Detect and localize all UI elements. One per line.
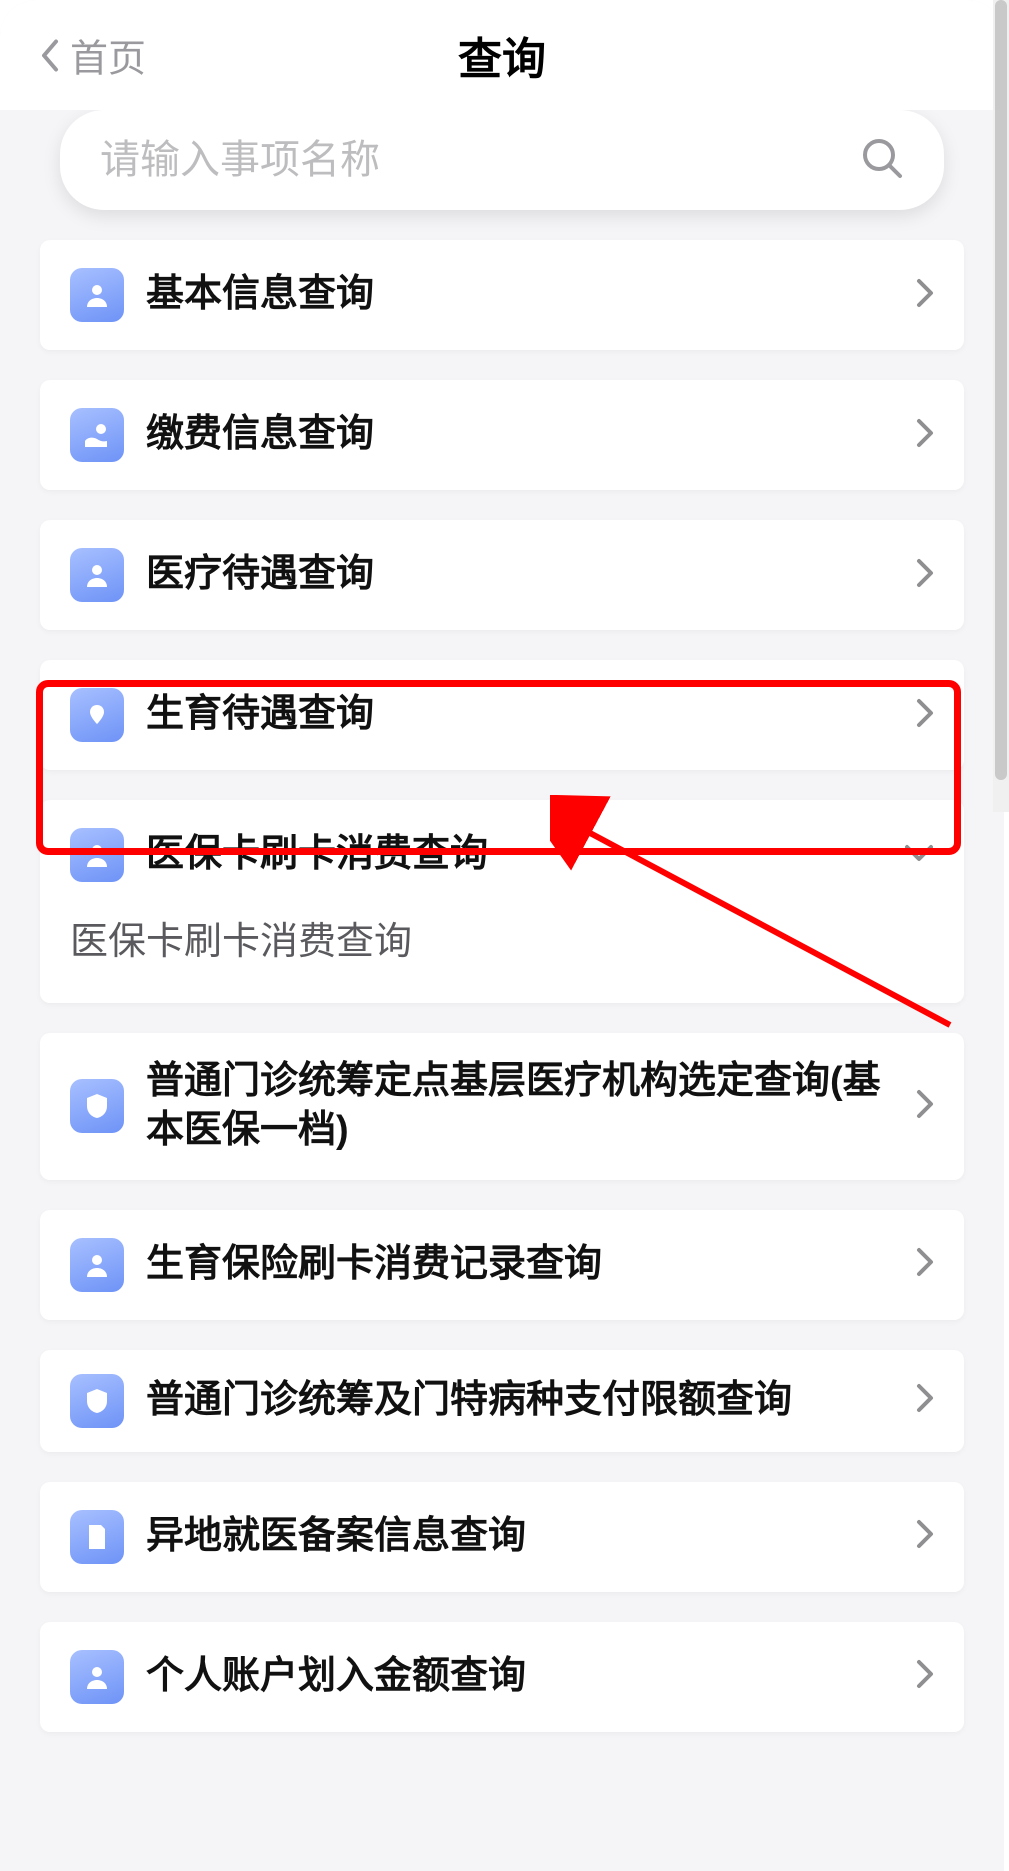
list-item[interactable]: 生育待遇查询 [40, 660, 964, 770]
payment-icon [70, 408, 124, 462]
list-item-label: 个人账户划入金额查询 [146, 1652, 894, 1701]
list-item[interactable]: 普通门诊统筹定点基层医疗机构选定查询(基本医保一档) [40, 1033, 964, 1180]
list-item-label: 基本信息查询 [146, 270, 894, 319]
list-item-label: 生育待遇查询 [146, 690, 894, 739]
chevron-right-icon [916, 1659, 934, 1694]
person-icon [70, 1650, 124, 1704]
chevron-down-icon [904, 844, 934, 867]
list-sub-item[interactable]: 医保卡刷卡消费查询 [40, 910, 964, 1003]
person-icon [70, 268, 124, 322]
list-item-label: 医保卡刷卡消费查询 [146, 830, 882, 879]
list-item-label: 生育保险刷卡消费记录查询 [146, 1240, 894, 1289]
chevron-right-icon [916, 558, 934, 593]
list-item-label: 缴费信息查询 [146, 410, 894, 459]
list-item[interactable]: 个人账户划入金额查询 [40, 1622, 964, 1732]
list-item[interactable]: 缴费信息查询 [40, 380, 964, 490]
list-item[interactable]: 生育保险刷卡消费记录查询 [40, 1210, 964, 1320]
hands-icon [70, 688, 124, 742]
chevron-left-icon [40, 37, 60, 73]
document-icon [70, 1510, 124, 1564]
page-title: 查询 [458, 23, 546, 87]
list-item[interactable]: 异地就医备案信息查询 [40, 1482, 964, 1592]
list-item[interactable]: 医疗待遇查询 [40, 520, 964, 630]
person-icon [70, 1238, 124, 1292]
chevron-right-icon [916, 1383, 934, 1418]
scrollbar-thumb[interactable] [995, 0, 1007, 780]
shield-icon [70, 1374, 124, 1428]
scrollbar-track[interactable] [993, 0, 1009, 812]
list-item-label: 普通门诊统筹定点基层医疗机构选定查询(基本医保一档) [146, 1057, 894, 1156]
shield-icon [70, 1079, 124, 1133]
list-item[interactable]: 普通门诊统筹及门特病种支付限额查询 [40, 1350, 964, 1452]
chevron-right-icon [916, 1519, 934, 1554]
list-item-expanded[interactable]: 医保卡刷卡消费查询 医保卡刷卡消费查询 [40, 800, 964, 1003]
list-item-label: 医疗待遇查询 [146, 550, 894, 599]
list-item-label: 普通门诊统筹及门特病种支付限额查询 [146, 1376, 894, 1425]
search-icon[interactable] [860, 136, 904, 185]
chevron-right-icon [916, 418, 934, 453]
list-item-label: 异地就医备案信息查询 [146, 1512, 894, 1561]
search-bar[interactable] [60, 110, 944, 210]
header-bar: 首页 查询 [0, 0, 1004, 110]
person-icon [70, 828, 124, 882]
chevron-right-icon [916, 1247, 934, 1282]
chevron-right-icon [916, 698, 934, 733]
chevron-right-icon [916, 1089, 934, 1124]
back-label: 首页 [70, 28, 146, 83]
back-button[interactable]: 首页 [40, 28, 146, 83]
query-list: 基本信息查询 缴费信息查询 医疗待遇查询 生育待遇查询 [0, 240, 1004, 1732]
chevron-right-icon [916, 278, 934, 313]
list-item[interactable]: 基本信息查询 [40, 240, 964, 350]
search-input[interactable] [100, 138, 860, 183]
person-icon [70, 548, 124, 602]
